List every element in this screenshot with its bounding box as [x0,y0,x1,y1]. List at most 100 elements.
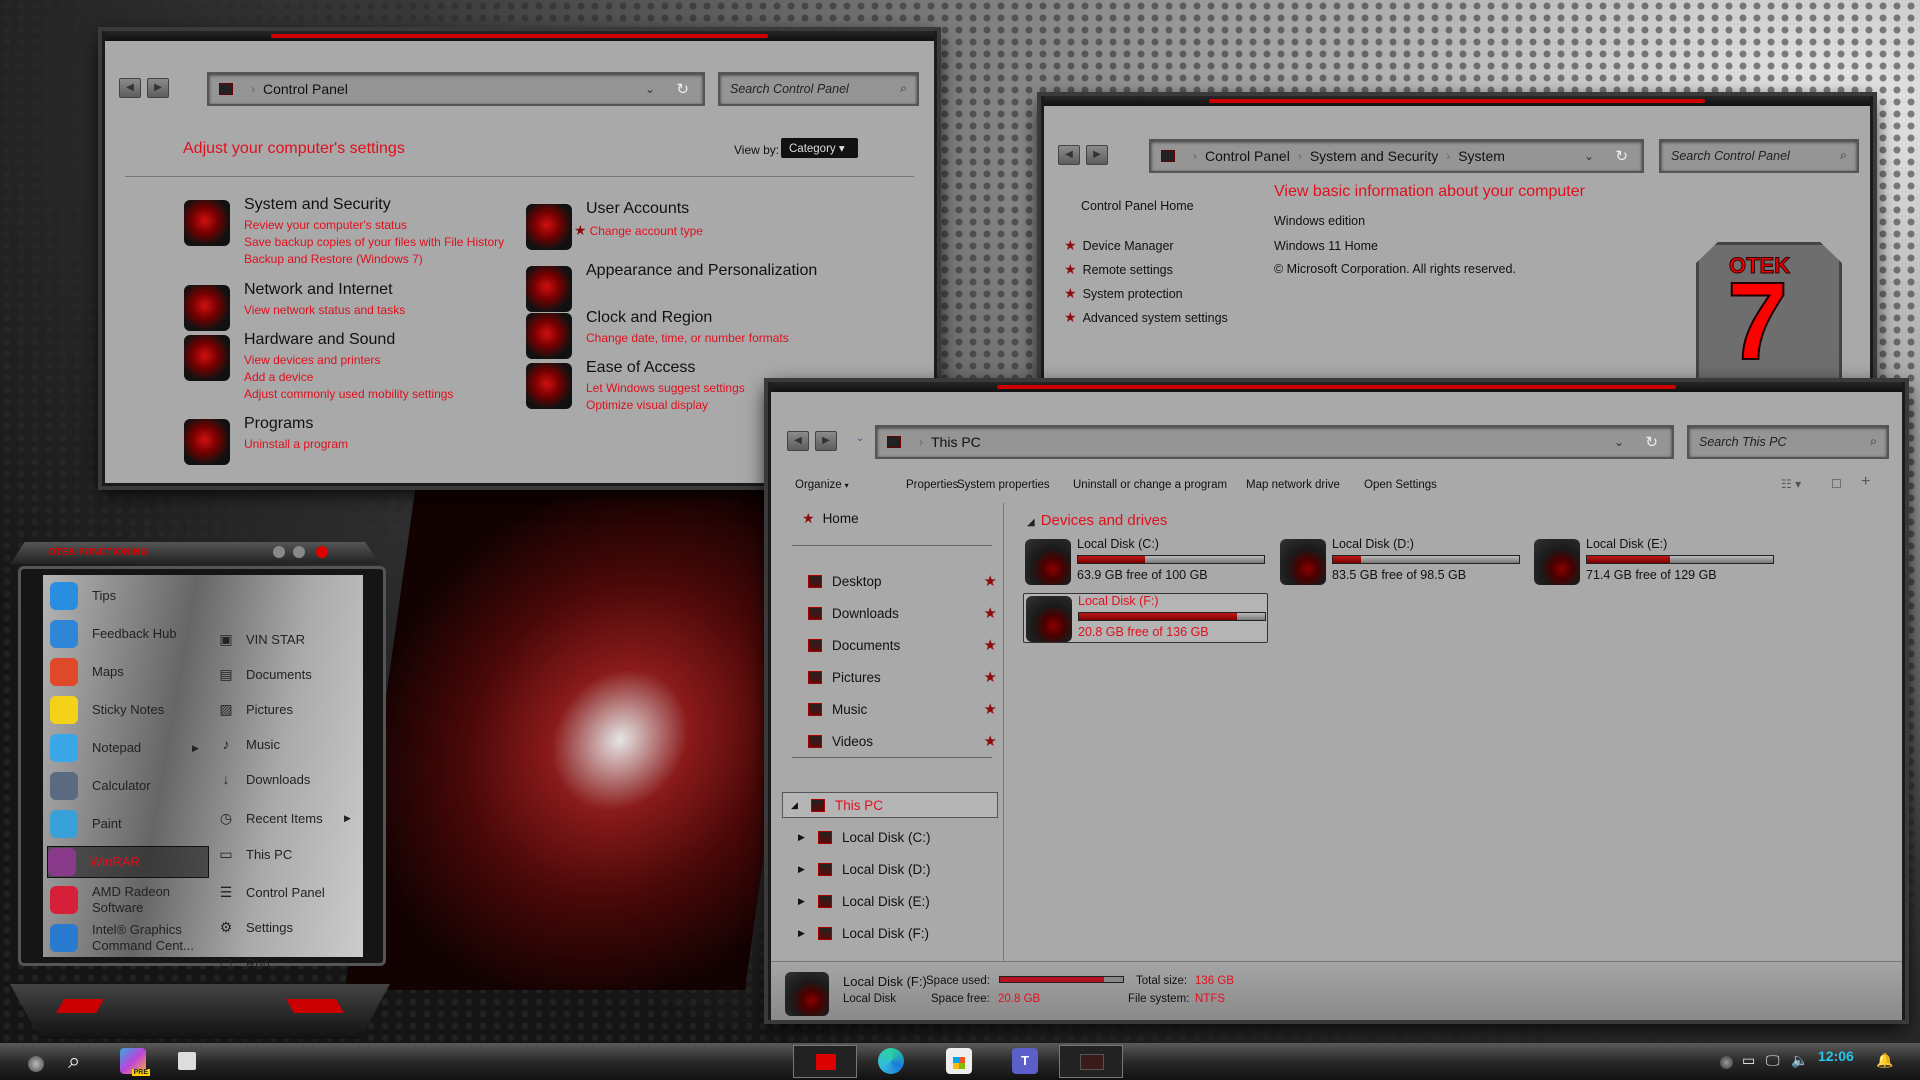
start-place-music[interactable]: ♪ Music [218,736,358,752]
nav-drive[interactable]: ▶ Local Disk (E:) [782,888,1002,914]
search-input[interactable]: Search This PC ⌕ [1687,425,1889,459]
start-app-maps[interactable]: Maps [50,656,208,688]
group-title-devices-and-drives[interactable]: ◢ Devices and drives [1027,512,1167,529]
task-link[interactable]: ★ Device Manager [1064,237,1174,254]
task-link[interactable]: ★ Advanced system settings [1064,309,1228,326]
copilot-icon[interactable]: PRE [120,1048,150,1076]
search-input[interactable]: Search Control Panel ⌕ [1659,139,1859,173]
collapse-arrow-icon[interactable]: ◢ [1027,517,1035,528]
nav-drive[interactable]: ▶ Local Disk (D:) [782,856,1002,882]
back-button[interactable]: ◀ [119,78,141,98]
category-title[interactable]: Ease of Access [586,359,695,377]
nav-drive[interactable]: ▶ Local Disk (C:) [782,824,1002,850]
start-place-documents[interactable]: ▤ Documents [218,666,358,683]
start-app-notepad[interactable]: Notepad ▶ [50,732,208,764]
submenu-arrow-icon[interactable]: ▶ [344,813,351,824]
address-bar[interactable]: › Control Panel › System and Security › Syste… [1149,139,1644,173]
category-icon[interactable] [526,363,572,409]
network-icon[interactable]: 🖵 [1766,1052,1780,1069]
pin-star-icon[interactable]: ★ [984,572,997,590]
minimize-button[interactable] [273,546,285,558]
task-view-icon[interactable] [178,1052,196,1070]
start-app-tips[interactable]: Tips [50,580,208,612]
expand-arrow-icon[interactable]: ▶ [798,928,812,939]
teams-icon[interactable]: T [1012,1048,1038,1074]
title-bar[interactable] [1044,96,1870,106]
search-input[interactable]: Search Control Panel ⌕ [718,72,919,106]
start-app-intel-graphics-command-cent[interactable]: Intel® Graphics Command Cent... [50,922,208,954]
breadcrumb-separator-icon[interactable]: › [1298,149,1302,163]
category-link[interactable]: Save backup copies of your files with Fi… [244,235,504,249]
pin-star-icon[interactable]: ★ [984,636,997,654]
category-icon[interactable] [184,285,230,331]
expand-arrow-icon[interactable]: ▶ [798,832,812,843]
start-place-vin-star[interactable]: ▣ VIN STAR [218,631,358,648]
notification-bell-icon[interactable]: 🔔 [1876,1052,1893,1069]
add-icon[interactable]: + [1861,473,1870,491]
start-app-calculator[interactable]: Calculator [50,770,208,802]
category-link[interactable]: Adjust commonly used mobility settings [244,387,453,401]
nav-desktop[interactable]: Desktop ★ [782,568,1002,594]
start-place-pictures[interactable]: ▨ Pictures [218,701,358,718]
pin-star-icon[interactable]: ★ [984,700,997,718]
tray-overflow-icon[interactable] [1720,1056,1733,1069]
taskbar-app-control-panel[interactable] [1059,1045,1123,1078]
nav-documents[interactable]: Documents ★ [782,632,1002,658]
start-place-downloads[interactable]: ↓ Downloads [218,771,358,787]
nav-pictures[interactable]: Pictures ★ [782,664,1002,690]
view-by-dropdown[interactable]: Category ▾ [781,138,858,158]
start-place-settings[interactable]: ⚙ Settings [218,919,358,936]
command-properties[interactable]: Properties [906,479,958,491]
category-link[interactable]: ★ Change account type [574,222,703,239]
breadcrumb-separator-icon[interactable]: › [1446,149,1450,163]
refresh-icon[interactable]: ↻ [1645,433,1658,451]
breadcrumb-separator-icon[interactable]: › [919,435,923,449]
category-title[interactable]: System and Security [244,196,391,214]
category-link[interactable]: View network status and tasks [244,303,405,317]
task-link[interactable]: ★ System protection [1064,285,1183,302]
title-bar[interactable] [105,31,934,41]
category-link[interactable]: Backup and Restore (Windows 7) [244,252,423,266]
maximize-button[interactable] [293,546,305,558]
category-title[interactable]: Clock and Region [586,309,712,327]
category-title[interactable]: Network and Internet [244,281,393,299]
command-system-properties[interactable]: System properties [957,479,1050,491]
drive-tile[interactable]: Local Disk (F:) 20.8 GB free of 136 GB [1023,593,1268,643]
command-open-settings[interactable]: Open Settings [1364,479,1437,491]
battery-icon[interactable]: ▭ [1742,1052,1755,1069]
title-bar[interactable] [771,382,1902,392]
recent-locations-icon[interactable]: ⌄ [856,433,864,444]
close-button[interactable] [316,546,328,558]
nav-home[interactable]: ★ Home [802,505,1022,531]
power-button[interactable] [285,999,345,1013]
back-button[interactable]: ◀ [787,431,809,451]
category-icon[interactable] [184,335,230,381]
start-app-winrar[interactable]: WinRAR [47,846,209,878]
category-link[interactable]: Optimize visual display [586,398,708,412]
address-bar[interactable]: › Control Panel ⌄ ↻ [207,72,705,106]
drive-tile[interactable]: Local Disk (C:) 63.9 GB free of 100 GB [1023,537,1268,587]
category-title[interactable]: Hardware and Sound [244,331,395,349]
pin-star-icon[interactable]: ★ [984,732,997,750]
breadcrumb-separator-icon[interactable]: › [251,82,255,96]
taskbar-app-file-explorer[interactable] [793,1045,857,1078]
start-place-this-pc[interactable]: ▭ This PC [218,846,358,863]
drive-tile[interactable]: Local Disk (E:) 71.4 GB free of 129 GB [1532,537,1777,587]
chevron-down-icon[interactable]: ⌄ [645,82,655,96]
edge-icon[interactable] [878,1048,904,1074]
category-icon[interactable] [526,204,572,250]
start-app-paint[interactable]: Paint [50,808,208,840]
submenu-arrow-icon[interactable]: ▶ [192,743,199,754]
chevron-down-icon[interactable]: ⌄ [1614,435,1624,449]
refresh-icon[interactable]: ↻ [1615,147,1628,165]
breadcrumb-item[interactable]: System [1458,148,1505,164]
start-place-recent-items[interactable]: ◷ Recent Items ▶ [218,810,358,827]
start-place-control-panel[interactable]: ☰ Control Panel [218,884,358,901]
category-icon[interactable] [526,266,572,312]
pin-star-icon[interactable]: ★ [984,604,997,622]
forward-button[interactable]: ▶ [815,431,837,451]
address-bar[interactable]: › This PC ⌄ ↻ [875,425,1674,459]
category-link[interactable]: Review your computer's status [244,218,407,232]
breadcrumb-item[interactable]: System and Security [1310,148,1438,164]
category-title[interactable]: Appearance and Personalization [586,262,817,280]
